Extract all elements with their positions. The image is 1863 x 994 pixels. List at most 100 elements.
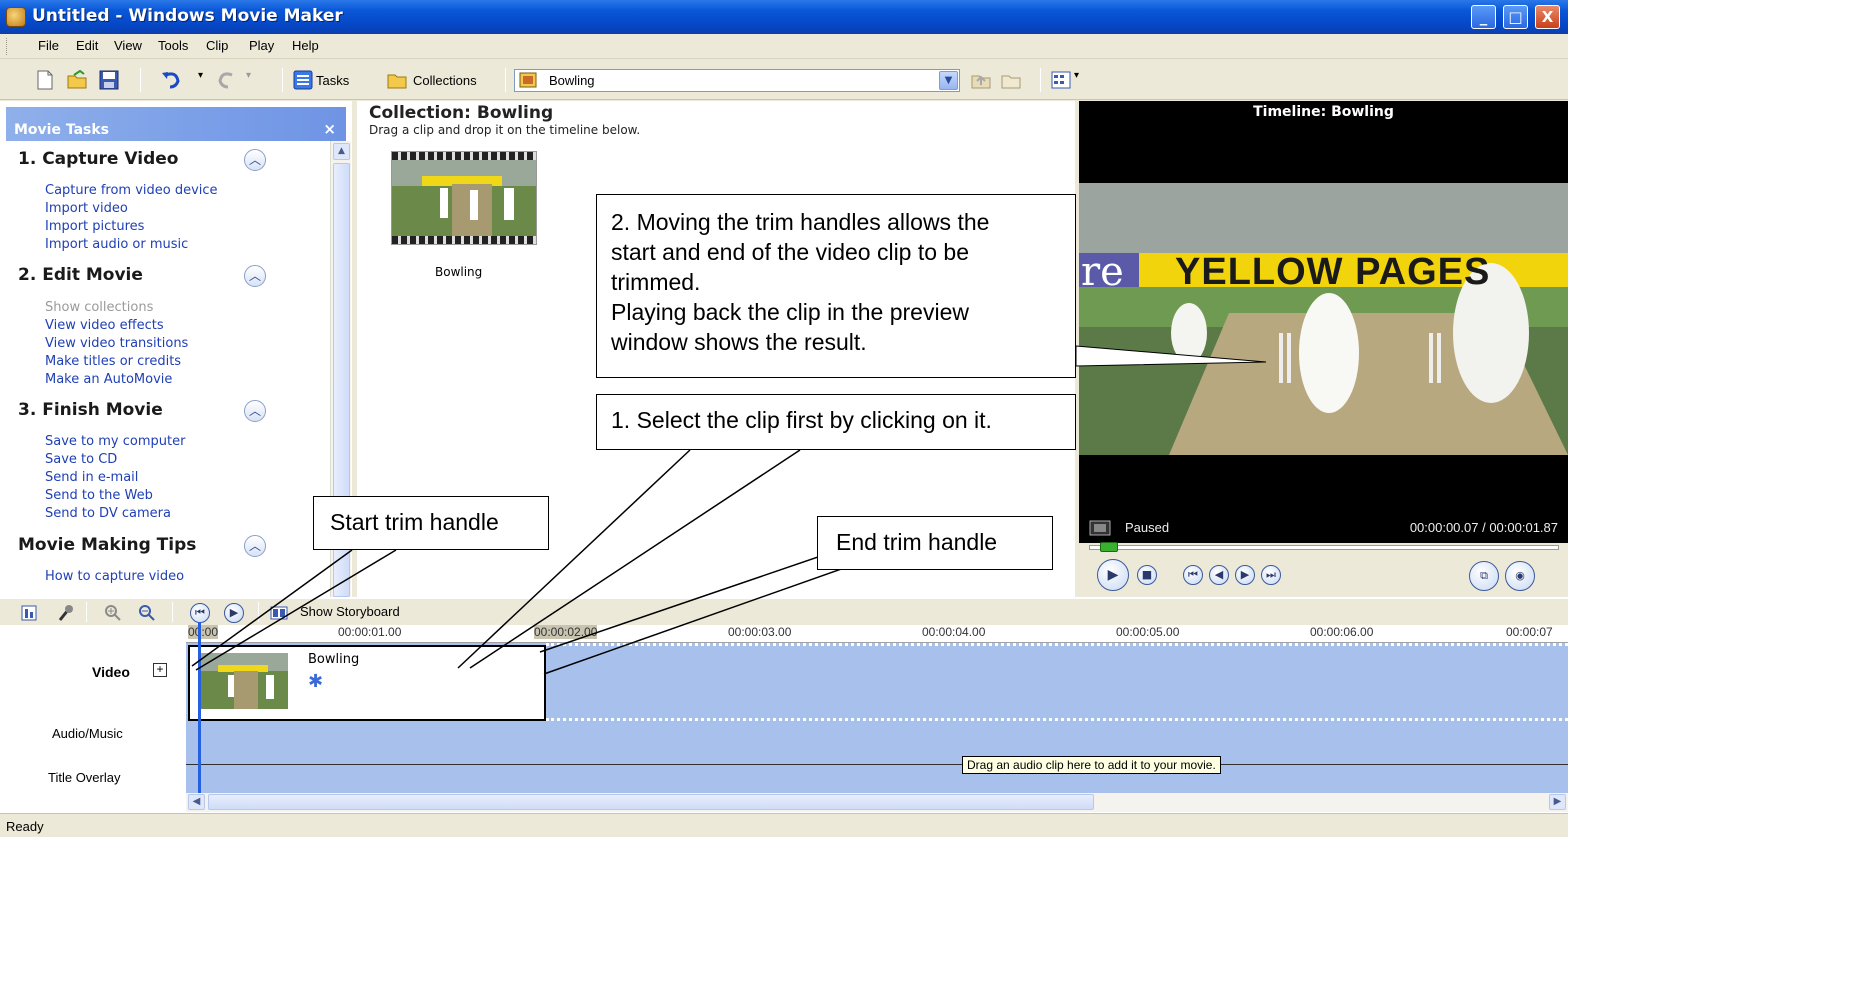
split-clip-icon[interactable]: ⧉ (1469, 561, 1499, 591)
collapse-chevron-icon[interactable]: ︿ (244, 149, 266, 171)
collection-dropdown[interactable]: Bowling ▼ (514, 69, 960, 92)
clip-thumbnail[interactable] (391, 151, 537, 245)
close-button[interactable]: X (1535, 5, 1560, 29)
zoom-out-icon[interactable] (138, 604, 156, 622)
timeline-scroll-thumb[interactable] (208, 794, 1094, 810)
collections-button[interactable]: Collections (413, 73, 477, 88)
redo-icon[interactable] (216, 69, 238, 91)
link-view-video-effects[interactable]: View video effects (45, 318, 164, 333)
link-save-to-computer[interactable]: Save to my computer (45, 434, 185, 449)
callout-trim-line: window shows the result. (611, 329, 867, 355)
scroll-up-icon[interactable]: ▲ (333, 143, 350, 160)
link-view-video-transitions[interactable]: View video transitions (45, 336, 188, 351)
link-import-pictures[interactable]: Import pictures (45, 219, 144, 234)
link-import-video[interactable]: Import video (45, 201, 128, 216)
menu-edit[interactable]: Edit (76, 38, 98, 53)
seek-slider-handle[interactable] (1100, 542, 1118, 552)
save-project-icon[interactable] (98, 69, 120, 91)
new-collection-folder-icon[interactable] (1000, 69, 1022, 91)
link-save-to-cd[interactable]: Save to CD (45, 452, 117, 467)
views-dropdown-icon[interactable]: ▾ (1074, 70, 1079, 81)
collection-clip-label: Bowling (435, 265, 483, 279)
minimize-button[interactable]: _ (1471, 5, 1496, 29)
previous-frame-icon[interactable]: ◀ (1209, 565, 1229, 585)
video-effect-star-icon[interactable]: ✱ (308, 671, 323, 692)
menu-tools[interactable]: Tools (158, 38, 188, 53)
rewind-icon[interactable]: ⏮ (1183, 565, 1203, 585)
set-audio-levels-icon[interactable] (20, 604, 38, 622)
playhead[interactable] (198, 622, 201, 794)
menu-grip (6, 38, 9, 55)
play-timeline-icon[interactable]: ▶ (224, 603, 244, 623)
collapse-chevron-icon[interactable]: ︿ (244, 400, 266, 422)
tasks-button[interactable]: Tasks (316, 73, 349, 88)
take-picture-icon[interactable]: ◉ (1505, 561, 1535, 591)
aspect-ratio-icon[interactable] (1089, 520, 1111, 536)
link-make-titles[interactable]: Make titles or credits (45, 354, 181, 369)
rewind-timeline-icon[interactable]: ⏮ (190, 603, 210, 623)
zoom-in-icon[interactable] (104, 604, 122, 622)
undo-dropdown-icon[interactable]: ▾ (198, 70, 203, 81)
new-project-icon[interactable] (34, 69, 56, 91)
fast-forward-icon[interactable]: ⏭ (1261, 565, 1281, 585)
ruler-tick: 00:00:03.00 (728, 625, 792, 639)
up-one-level-icon[interactable] (970, 69, 992, 91)
collection-dropdown-value: Bowling (549, 73, 595, 88)
collapse-chevron-icon[interactable]: ︿ (244, 535, 266, 557)
collapse-chevron-icon[interactable]: ︿ (244, 265, 266, 287)
close-pane-icon[interactable]: × (323, 120, 336, 138)
callout-trim-handles: 2. Moving the trim handles allows the st… (596, 194, 1076, 378)
link-import-audio[interactable]: Import audio or music (45, 237, 188, 252)
timeline-horizontal-scrollbar[interactable]: ◀ ▶ (186, 793, 1568, 812)
section-capture-video[interactable]: 1. Capture Video (18, 149, 178, 169)
undo-icon[interactable] (160, 69, 182, 91)
narrate-timeline-icon[interactable] (56, 604, 74, 622)
scroll-right-icon[interactable]: ▶ (1549, 794, 1566, 810)
menu-help[interactable]: Help (292, 38, 319, 53)
ruler-tick: 00:00:05.00 (1116, 625, 1180, 639)
video-track[interactable]: Bowling ✱ (186, 643, 1568, 725)
callout-trim-line: 2. Moving the trim handles allows the (611, 209, 990, 235)
redo-dropdown-icon[interactable]: ▾ (246, 70, 251, 81)
maximize-button[interactable]: □ (1503, 5, 1528, 29)
toolbar-separator (1040, 68, 1041, 92)
views-icon[interactable] (1050, 69, 1072, 91)
link-send-dv-camera[interactable]: Send to DV camera (45, 506, 171, 521)
link-send-email[interactable]: Send in e-mail (45, 470, 138, 485)
seek-bar[interactable] (1089, 542, 1559, 552)
title-overlay-track[interactable] (186, 765, 1568, 793)
section-edit-movie[interactable]: 2. Edit Movie (18, 265, 143, 285)
menu-clip[interactable]: Clip (206, 38, 228, 53)
window-title: Untitled - Windows Movie Maker (32, 6, 343, 26)
audio-track[interactable] (186, 725, 1568, 765)
menu-file[interactable]: File (38, 38, 59, 53)
next-frame-icon[interactable]: ▶ (1235, 565, 1255, 585)
banner-prefix-text: re (1081, 249, 1124, 295)
link-capture-from-device[interactable]: Capture from video device (45, 183, 218, 198)
scroll-left-icon[interactable]: ◀ (188, 794, 205, 810)
expand-video-icon[interactable]: + (153, 663, 167, 677)
section-finish-movie[interactable]: 3. Finish Movie (18, 400, 163, 420)
preview-title: Timeline: Bowling (1253, 104, 1394, 120)
play-button[interactable]: ▶ (1097, 559, 1129, 591)
playback-status: Paused (1125, 520, 1170, 535)
collection-film-icon (519, 72, 537, 88)
menu-view[interactable]: View (114, 38, 142, 53)
link-make-automovie[interactable]: Make an AutoMovie (45, 372, 172, 387)
link-send-web[interactable]: Send to the Web (45, 488, 153, 503)
menu-play[interactable]: Play (249, 38, 274, 53)
timeline-clip-thumbnail (200, 653, 288, 709)
storyboard-icon (270, 606, 288, 620)
toolbar-separator (172, 602, 173, 622)
stop-button[interactable]: ■ (1137, 565, 1157, 585)
cricket-thumbnail-image (392, 160, 536, 236)
timeline-ruler[interactable]: 00:00 00:00:01.00 00:00:02.00 00:00:03.0… (186, 625, 1568, 643)
section-movie-making-tips[interactable]: Movie Making Tips (18, 535, 196, 555)
link-how-to-capture[interactable]: How to capture video (45, 569, 184, 584)
show-storyboard-button[interactable]: Show Storyboard (300, 604, 400, 619)
toolbar-separator (86, 602, 87, 622)
timeline-clip[interactable]: Bowling ✱ (188, 645, 546, 721)
chevron-down-icon[interactable]: ▼ (939, 71, 958, 90)
open-project-icon[interactable] (66, 69, 88, 91)
playback-controls: ▶ ■ ⏮ ◀ ▶ ⏭ ⧉ ◉ (1079, 542, 1568, 597)
